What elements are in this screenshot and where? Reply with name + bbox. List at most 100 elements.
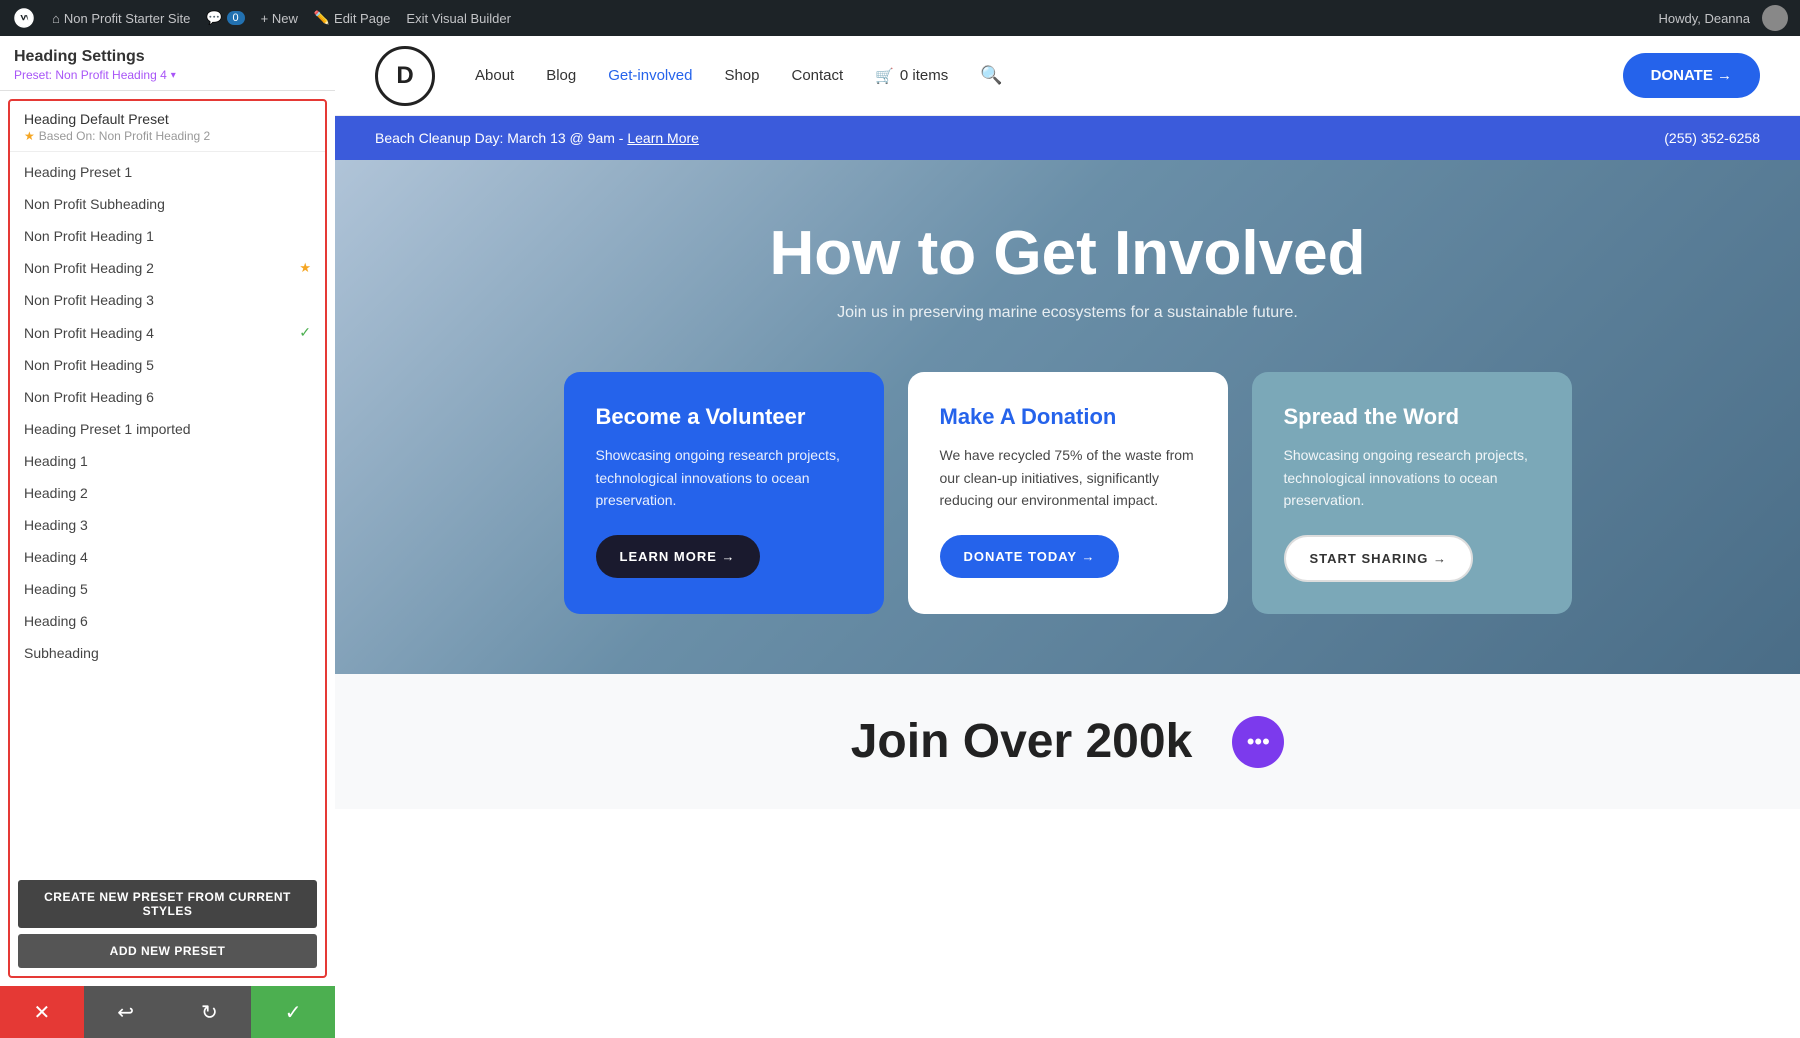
below-hero-section: Join Over 200k ••• xyxy=(335,674,1800,809)
preset-based-on: ★ Based On: Non Profit Heading 2 xyxy=(24,129,311,143)
preset-item-label: Heading 6 xyxy=(24,613,88,629)
panel-header: Heading Settings Preset: Non Profit Head… xyxy=(0,36,335,91)
preset-item-label: Non Profit Subheading xyxy=(24,196,165,212)
admin-bar-edit-page[interactable]: ✏️ Edit Page xyxy=(314,10,391,26)
list-item[interactable]: Non Profit Heading 2 ★ xyxy=(10,252,325,284)
list-item[interactable]: Heading Preset 1 xyxy=(10,156,325,188)
sharing-card: Spread the Word Showcasing ongoing resea… xyxy=(1252,372,1572,614)
donation-card-title: Make A Donation xyxy=(940,404,1196,430)
list-item[interactable]: Heading Preset 1 imported xyxy=(10,413,325,445)
admin-bar-exit-builder[interactable]: Exit Visual Builder xyxy=(406,11,511,26)
announcement-link[interactable]: Learn More xyxy=(627,130,699,146)
preset-item-label: Heading 2 xyxy=(24,485,88,501)
nav-link-blog[interactable]: Blog xyxy=(546,67,576,84)
nav-link-shop[interactable]: Shop xyxy=(724,67,759,84)
list-item[interactable]: Subheading xyxy=(10,637,325,669)
panel-title: Heading Settings xyxy=(14,48,321,66)
bottom-toolbar: ✕ ↩ ↻ ✓ xyxy=(0,986,335,1038)
cart-count: 0 items xyxy=(900,67,948,84)
list-item[interactable]: Non Profit Heading 1 xyxy=(10,220,325,252)
nav-link-contact[interactable]: Contact xyxy=(792,67,844,84)
list-item[interactable]: Heading 1 xyxy=(10,445,325,477)
learn-more-button[interactable]: LEARN MORE → xyxy=(596,535,760,578)
wp-logo-icon[interactable] xyxy=(12,6,36,30)
main-area: Heading Settings Preset: Non Profit Head… xyxy=(0,36,1800,1038)
volunteer-card-title: Become a Volunteer xyxy=(596,404,852,430)
hero-title: How to Get Involved xyxy=(375,220,1760,288)
list-item[interactable]: Heading 4 xyxy=(10,541,325,573)
preset-item-label: Non Profit Heading 5 xyxy=(24,357,154,373)
sharing-card-title: Spread the Word xyxy=(1284,404,1540,430)
panel-preset-selector[interactable]: Preset: Non Profit Heading 4 ▾ xyxy=(14,68,321,82)
preset-item-label: Non Profit Heading 4 xyxy=(24,325,154,341)
list-item[interactable]: Non Profit Heading 3 xyxy=(10,284,325,316)
preset-item-label: Subheading xyxy=(24,645,99,661)
site-logo: D xyxy=(375,46,435,106)
preset-item-label: Heading 5 xyxy=(24,581,88,597)
start-sharing-button[interactable]: START SHARING → xyxy=(1284,535,1474,582)
save-button[interactable]: ✓ xyxy=(251,986,335,1038)
preset-item-label: Non Profit Heading 2 xyxy=(24,260,154,276)
preset-item-label: Heading Preset 1 xyxy=(24,164,132,180)
preset-item-label: Heading 4 xyxy=(24,549,88,565)
announcement-text: Beach Cleanup Day: March 13 @ 9am - Lear… xyxy=(375,130,699,146)
options-bubble[interactable]: ••• xyxy=(1232,716,1284,768)
preset-item-label: Non Profit Heading 1 xyxy=(24,228,154,244)
sharing-card-text: Showcasing ongoing research projects, te… xyxy=(1284,444,1540,511)
create-preset-button[interactable]: CREATE NEW PRESET FROM CURRENT STYLES xyxy=(18,880,317,928)
preset-item-label: Non Profit Heading 3 xyxy=(24,292,154,308)
preset-item-label: Heading 3 xyxy=(24,517,88,533)
user-avatar xyxy=(1762,5,1788,31)
preset-list: Heading Preset 1 Non Profit Subheading Non… xyxy=(10,152,325,872)
site-nav: D About Blog Get-involved Shop Contact 🛒… xyxy=(335,36,1800,116)
list-item[interactable]: Non Profit Heading 6 xyxy=(10,381,325,413)
preset-item-label: Heading Preset 1 imported xyxy=(24,421,191,437)
left-panel: Heading Settings Preset: Non Profit Head… xyxy=(0,36,335,1038)
check-icon: ✓ xyxy=(299,324,311,341)
announcement-bar: Beach Cleanup Day: March 13 @ 9am - Lear… xyxy=(335,116,1800,160)
preset-actions: CREATE NEW PRESET FROM CURRENT STYLES AD… xyxy=(10,872,325,976)
phone-number: (255) 352-6258 xyxy=(1664,130,1760,146)
wp-admin-bar: ⌂ Non Profit Starter Site 💬 0 + New ✏️ E… xyxy=(0,0,1800,36)
donation-card-text: We have recycled 75% of the waste from o… xyxy=(940,444,1196,511)
list-item[interactable]: Heading 3 xyxy=(10,509,325,541)
admin-bar-comments[interactable]: 💬 0 xyxy=(206,10,244,26)
list-item[interactable]: Heading 2 xyxy=(10,477,325,509)
close-button[interactable]: ✕ xyxy=(0,986,84,1038)
default-preset-name: Heading Default Preset xyxy=(24,111,311,127)
join-title: Join Over 200k xyxy=(851,714,1193,769)
list-item[interactable]: Non Profit Subheading xyxy=(10,188,325,220)
admin-bar-new[interactable]: + New xyxy=(261,11,298,26)
cards-row: Become a Volunteer Showcasing ongoing re… xyxy=(375,372,1760,614)
nav-link-get-involved[interactable]: Get-involved xyxy=(608,67,692,84)
admin-bar-site[interactable]: ⌂ Non Profit Starter Site xyxy=(52,11,190,26)
preset-item-label: Non Profit Heading 6 xyxy=(24,389,154,405)
list-item[interactable]: Non Profit Heading 4 ✓ xyxy=(10,316,325,349)
add-preset-button[interactable]: ADD NEW PRESET xyxy=(18,934,317,968)
chevron-down-icon: ▾ xyxy=(171,70,176,81)
list-item[interactable]: Heading 5 xyxy=(10,573,325,605)
nav-cart[interactable]: 🛒 0 items xyxy=(875,67,948,85)
volunteer-card-text: Showcasing ongoing research projects, te… xyxy=(596,444,852,511)
preset-default: Heading Default Preset ★ Based On: Non P… xyxy=(10,101,325,152)
hero-section: How to Get Involved Join us in preservin… xyxy=(335,160,1800,674)
hero-subtitle: Join us in preserving marine ecosystems … xyxy=(375,304,1760,322)
donation-card: Make A Donation We have recycled 75% of … xyxy=(908,372,1228,614)
star-icon: ★ xyxy=(299,260,311,276)
donate-button[interactable]: DONATE → xyxy=(1623,53,1760,98)
list-item[interactable]: Non Profit Heading 5 xyxy=(10,349,325,381)
cart-icon: 🛒 xyxy=(875,67,894,85)
star-icon: ★ xyxy=(24,129,35,143)
volunteer-card: Become a Volunteer Showcasing ongoing re… xyxy=(564,372,884,614)
redo-button[interactable]: ↻ xyxy=(168,986,252,1038)
search-icon[interactable]: 🔍 xyxy=(980,65,1002,86)
donate-today-button[interactable]: DONATE TODAY → xyxy=(940,535,1120,578)
nav-link-about[interactable]: About xyxy=(475,67,514,84)
site-nav-links: About Blog Get-involved Shop Contact 🛒 0… xyxy=(475,65,1603,86)
list-item[interactable]: Heading 6 xyxy=(10,605,325,637)
preset-list-wrapper: Heading Default Preset ★ Based On: Non P… xyxy=(8,99,327,978)
website-area: D About Blog Get-involved Shop Contact 🛒… xyxy=(335,36,1800,1038)
admin-bar-right: Howdy, Deanna xyxy=(1658,5,1788,31)
undo-button[interactable]: ↩ xyxy=(84,986,168,1038)
preset-item-label: Heading 1 xyxy=(24,453,88,469)
